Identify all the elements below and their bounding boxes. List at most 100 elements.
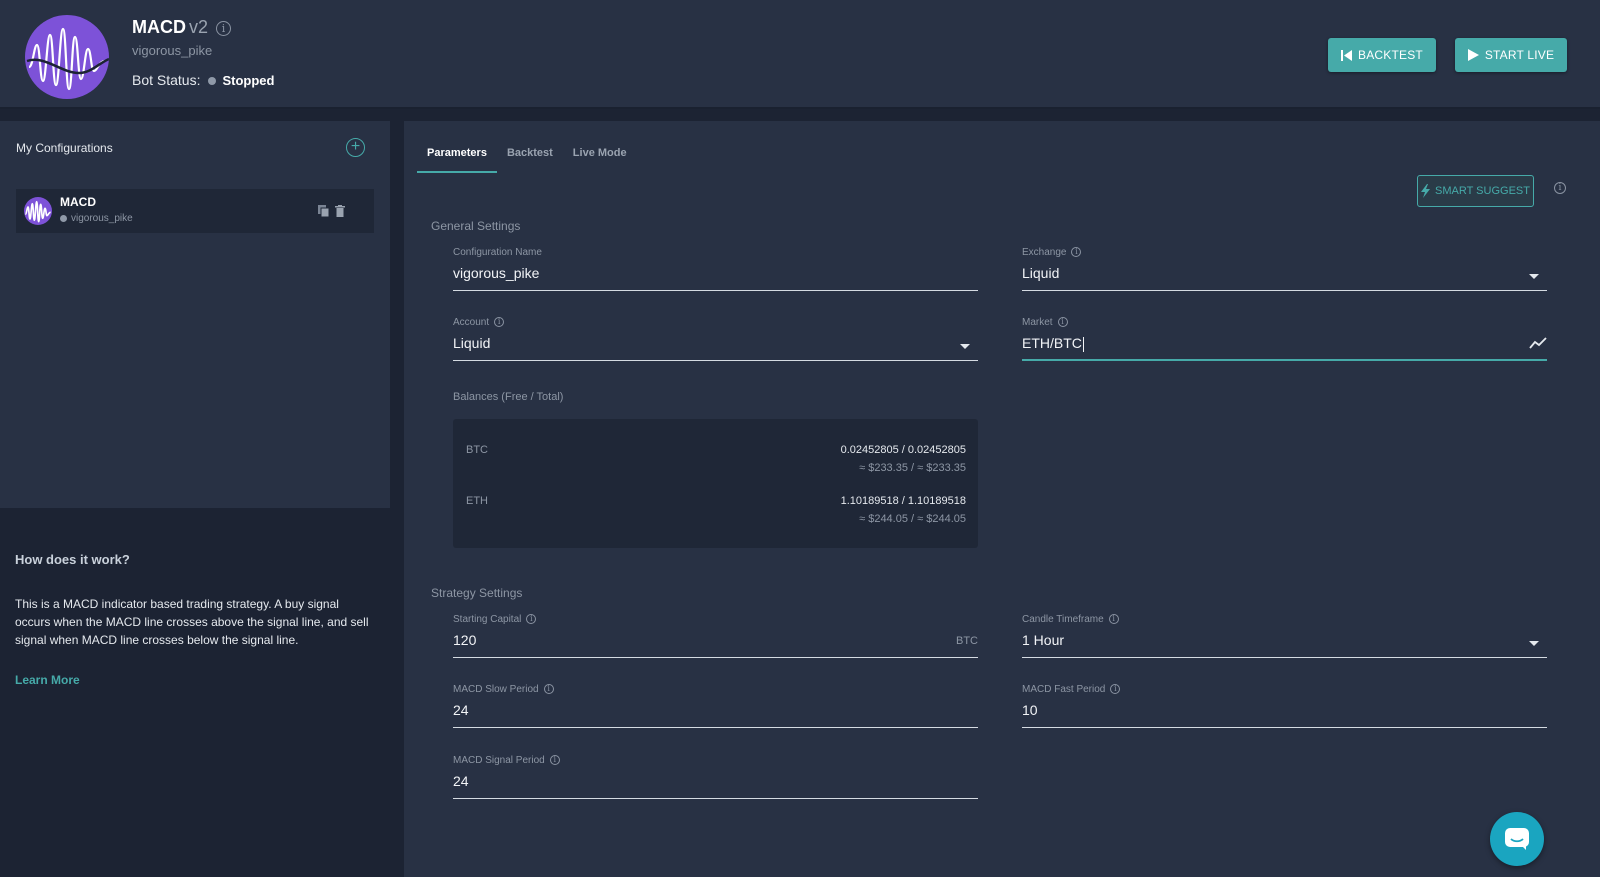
wave-icon <box>26 27 109 91</box>
info-icon[interactable]: i <box>1057 317 1068 328</box>
config-item-sub: vigorous_pike <box>60 213 133 224</box>
tab-bar: Parameters Backtest Live Mode <box>417 143 637 173</box>
bot-config-name: vigorous_pike <box>132 43 213 58</box>
smart-suggest-label: SMART SUGGEST <box>1435 185 1530 197</box>
field-label: MACD Fast Period i <box>1022 684 1121 695</box>
config-item-sub-text: vigorous_pike <box>71 213 133 224</box>
macd-fast-period-input[interactable]: MACD Fast Period i 10 <box>1022 684 1547 728</box>
tab-live-mode[interactable]: Live Mode <box>563 143 637 173</box>
field-value: vigorous_pike <box>453 265 540 281</box>
field-label-text: MACD Slow Period <box>453 684 539 695</box>
market-input[interactable]: Market i ETH/BTC <box>1022 317 1547 361</box>
market-value-text: ETH/BTC <box>1022 335 1082 351</box>
configurations-title: My Configurations <box>16 141 113 155</box>
bot-logo <box>25 15 109 99</box>
bot-version: v2 <box>189 17 209 37</box>
bot-status-value: Stopped <box>222 73 275 88</box>
config-list-item[interactable]: MACD vigorous_pike <box>16 189 374 233</box>
bot-status: Bot Status: Stopped <box>132 72 274 88</box>
trash-icon[interactable] <box>335 205 345 217</box>
config-item-name: MACD <box>60 195 96 209</box>
field-label-text: Exchange <box>1022 247 1067 258</box>
chevron-down-icon <box>1529 641 1539 646</box>
account-select[interactable]: Account i Liquid <box>453 317 978 361</box>
field-value: 24 <box>453 702 469 718</box>
general-settings-title: General Settings <box>431 219 521 233</box>
chevron-down-icon <box>960 344 970 349</box>
bot-header: MACD v2 i vigorous_pike Bot Status: Stopped… <box>0 0 1600 109</box>
info-icon[interactable]: i <box>526 614 537 625</box>
macd-slow-period-input[interactable]: MACD Slow Period i 24 <box>453 684 978 728</box>
field-label: MACD Signal Period i <box>453 755 560 766</box>
field-label: Exchange i <box>1022 247 1082 258</box>
field-value: 24 <box>453 773 469 789</box>
field-label: Candle Timeframe i <box>1022 614 1119 625</box>
bot-status-label: Bot Status: <box>132 72 201 88</box>
bot-name: MACD <box>132 17 186 37</box>
start-live-button[interactable]: START LIVE <box>1455 38 1567 72</box>
info-icon[interactable]: i <box>1108 614 1119 625</box>
field-label: Configuration Name <box>453 247 542 258</box>
field-label: Market i <box>1022 317 1068 328</box>
field-value: Liquid <box>1022 265 1060 281</box>
info-icon[interactable]: i <box>549 755 560 766</box>
chart-line-icon[interactable] <box>1529 337 1547 349</box>
balance-currency: ETH <box>466 495 488 507</box>
candle-timeframe-select[interactable]: Candle Timeframe i 1 Hour <box>1022 614 1547 658</box>
start-live-button-label: START LIVE <box>1484 48 1555 62</box>
field-label: Starting Capital i <box>453 614 537 625</box>
field-label: MACD Slow Period i <box>453 684 554 695</box>
skip-back-icon <box>1341 49 1353 61</box>
info-icon[interactable]: i <box>1110 684 1121 695</box>
exchange-select[interactable]: Exchange i Liquid <box>1022 247 1547 291</box>
learn-more-link[interactable]: Learn More <box>15 673 375 687</box>
info-icon[interactable]: i <box>543 684 554 695</box>
field-label-text: MACD Fast Period <box>1022 684 1106 695</box>
field-value: ETH/BTC <box>1022 335 1084 352</box>
field-value: 10 <box>1022 702 1038 718</box>
lightning-icon <box>1421 184 1431 198</box>
field-label: Account i <box>453 317 505 328</box>
field-label-text: Account <box>453 317 490 328</box>
add-configuration-icon[interactable]: + <box>346 138 365 157</box>
status-dot-icon <box>208 77 217 86</box>
balances-title: Balances (Free / Total) <box>453 391 564 403</box>
chat-button[interactable] <box>1490 812 1544 866</box>
field-label-text: MACD Signal Period <box>453 755 545 766</box>
balances-box: BTC 0.02452805 / 0.02452805 ≈ $233.35 / … <box>453 419 978 548</box>
field-value: Liquid <box>453 335 491 351</box>
info-icon[interactable]: i <box>494 317 505 328</box>
backtest-button-label: BACKTEST <box>1358 48 1423 62</box>
info-icon[interactable]: i <box>1071 247 1082 258</box>
starting-capital-input[interactable]: Starting Capital i 120 BTC <box>453 614 978 658</box>
how-it-works-section: How does it work? This is a MACD indicat… <box>15 552 375 687</box>
balance-amount: 1.10189518 / 1.10189518 <box>840 495 966 507</box>
balance-currency: BTC <box>466 444 488 456</box>
how-it-works-text: This is a MACD indicator based trading s… <box>15 597 369 647</box>
strategy-settings-title: Strategy Settings <box>431 586 523 600</box>
parameters-panel: Parameters Backtest Live Mode SMART SUGG… <box>404 121 1600 877</box>
field-label-text: Candle Timeframe <box>1022 614 1104 625</box>
field-label-text: Starting Capital <box>453 614 522 625</box>
copy-icon[interactable] <box>318 205 330 217</box>
status-dot-icon <box>60 214 67 222</box>
tab-backtest[interactable]: Backtest <box>497 143 563 173</box>
balance-amount: 0.02452805 / 0.02452805 <box>840 444 966 456</box>
config-avatar <box>24 197 52 225</box>
backtest-button[interactable]: BACKTEST <box>1328 38 1436 72</box>
info-icon[interactable]: i <box>1554 182 1566 194</box>
balance-usd: ≈ $244.05 / ≈ $244.05 <box>859 513 966 525</box>
info-icon[interactable]: i <box>216 20 232 36</box>
bot-title: MACD v2 i <box>132 17 232 38</box>
macd-signal-period-input[interactable]: MACD Signal Period i 24 <box>453 755 978 799</box>
tab-parameters[interactable]: Parameters <box>417 143 497 173</box>
smart-suggest-button[interactable]: SMART SUGGEST <box>1417 175 1534 207</box>
chat-bubble-icon <box>1505 828 1529 850</box>
configurations-panel: My Configurations + MACD vigorous_pike <box>0 121 390 508</box>
text-cursor <box>1082 336 1084 352</box>
field-value: 120 <box>453 632 477 648</box>
play-icon <box>1467 49 1479 61</box>
wave-icon <box>24 200 51 223</box>
chevron-down-icon <box>1529 274 1539 279</box>
configuration-name-field[interactable]: Configuration Name vigorous_pike <box>453 247 978 291</box>
